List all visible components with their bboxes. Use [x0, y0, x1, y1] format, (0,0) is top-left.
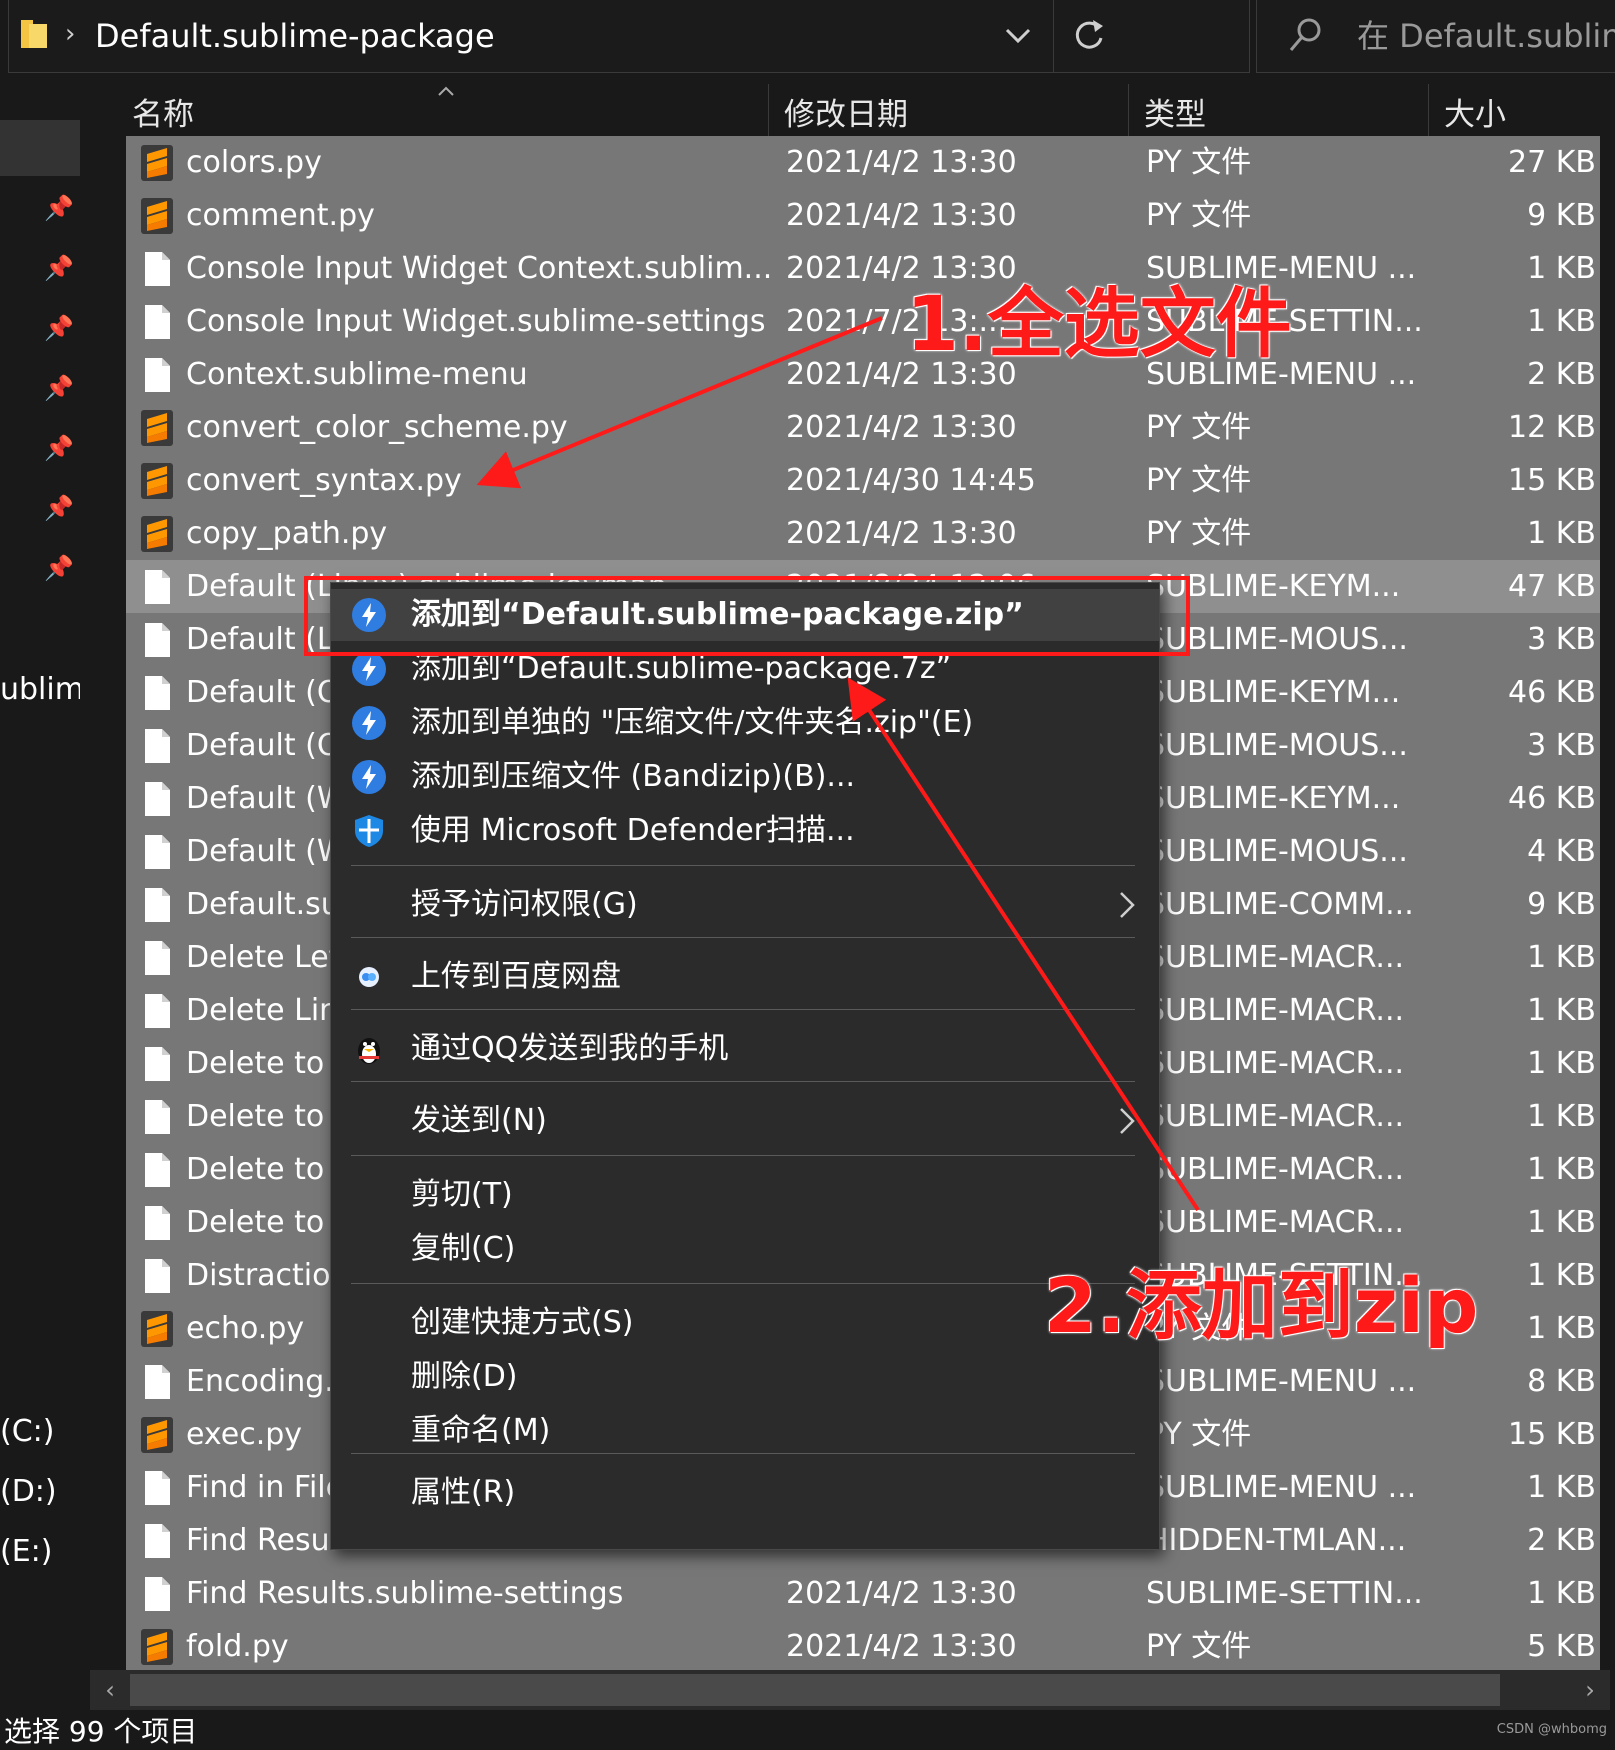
annotation-step-2: 2.添加到zip — [1044, 1261, 1479, 1350]
annotation-step-1: 1.全选文件 — [906, 279, 1292, 368]
arrow-to-files — [476, 316, 883, 489]
annotation-arrows — [476, 316, 1200, 1212]
arrow-to-zip — [847, 677, 1200, 1212]
